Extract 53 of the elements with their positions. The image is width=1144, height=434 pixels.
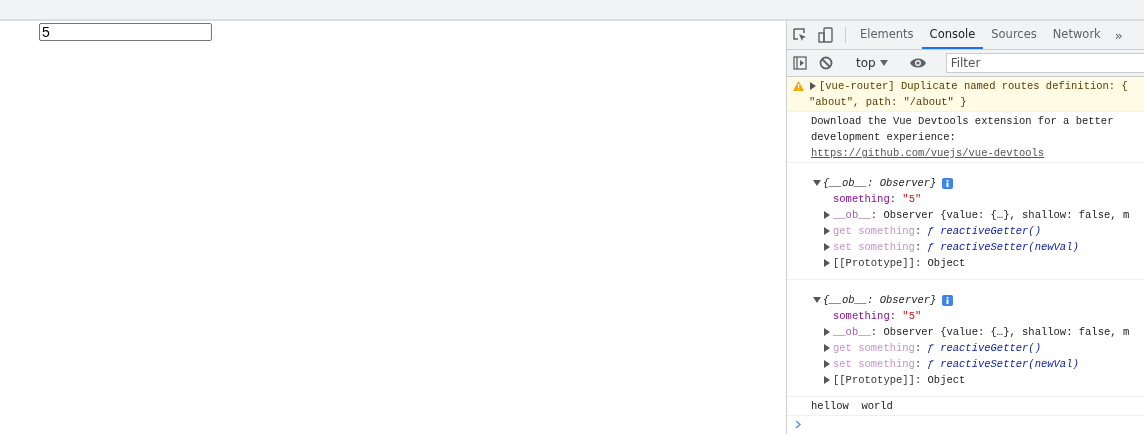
filter-field[interactable]: Filter bbox=[945, 53, 1144, 73]
property-colon: : bbox=[914, 240, 922, 255]
property-key: get something bbox=[833, 340, 915, 356]
property-value: ƒ reactiveSetter(newVal) bbox=[927, 357, 1079, 372]
devtools-tab[interactable]: Elements bbox=[852, 21, 922, 49]
property-colon: : bbox=[914, 373, 922, 388]
property-colon: : bbox=[870, 325, 878, 340]
object-summary[interactable]: {__ob__: Observer} bbox=[823, 175, 937, 191]
context-dropdown[interactable]: top bbox=[852, 56, 892, 70]
warning-icon bbox=[793, 81, 804, 91]
collapsed-triangle-icon[interactable] bbox=[809, 82, 817, 90]
property-key: set something bbox=[833, 356, 915, 372]
property-colon: : bbox=[914, 341, 922, 356]
property-value: Object bbox=[927, 373, 966, 388]
devtools-tab[interactable]: Network bbox=[1044, 21, 1109, 49]
property-value: Observer {value: {…}, shallow: false, m bbox=[883, 325, 1130, 340]
devtools-link[interactable]: https://github.com/vuejs/vue-devtools bbox=[811, 145, 1114, 161]
info-icon bbox=[942, 177, 954, 189]
property-value: ƒ reactiveGetter() bbox=[927, 341, 1041, 356]
console-message: hellow world bbox=[811, 399, 893, 414]
property-value: Observer {value: {…}, shallow: false, m bbox=[883, 208, 1130, 223]
property-key: something bbox=[833, 308, 890, 324]
property-value: ƒ reactiveSetter(newVal) bbox=[927, 240, 1079, 255]
property-value: Object bbox=[927, 256, 966, 271]
property-key: __ob__ bbox=[833, 324, 871, 340]
console-message: development experience: bbox=[811, 130, 957, 145]
console-message: Download the Vue Devtools extension for a better bbox=[811, 114, 1114, 129]
property-colon: : bbox=[889, 309, 897, 324]
property-value: "5" bbox=[902, 309, 922, 324]
caret-icon bbox=[879, 60, 888, 66]
property-key: [[Prototype]] bbox=[833, 255, 915, 271]
property-key: __ob__ bbox=[833, 207, 871, 223]
prompt-chevron-icon bbox=[795, 420, 801, 429]
property-key: something bbox=[833, 191, 890, 207]
property-key: [[Prototype]] bbox=[833, 372, 915, 388]
text-input[interactable]: 5 bbox=[39, 23, 212, 41]
expanded-triangle-icon[interactable] bbox=[813, 179, 821, 187]
property-colon: : bbox=[914, 256, 922, 271]
property-colon: : bbox=[889, 192, 897, 207]
property-colon: : bbox=[914, 224, 922, 239]
property-key: get something bbox=[833, 223, 915, 239]
more-tabs-button[interactable]: » bbox=[1108, 21, 1123, 49]
object-summary[interactable]: {__ob__: Observer} bbox=[823, 292, 937, 308]
warning-message: [vue-router] Duplicate named routes definition: { bbox=[819, 79, 1128, 94]
info-icon bbox=[942, 294, 954, 306]
expanded-triangle-icon[interactable] bbox=[813, 296, 821, 304]
warning-message: "about", path: "/about" } bbox=[809, 95, 967, 110]
property-colon: : bbox=[870, 208, 878, 223]
property-value: ƒ reactiveGetter() bbox=[927, 224, 1041, 239]
property-colon: : bbox=[914, 357, 922, 372]
property-value: "5" bbox=[902, 192, 922, 207]
devtools-tab[interactable]: Sources bbox=[983, 21, 1045, 49]
property-key: set something bbox=[833, 239, 915, 255]
